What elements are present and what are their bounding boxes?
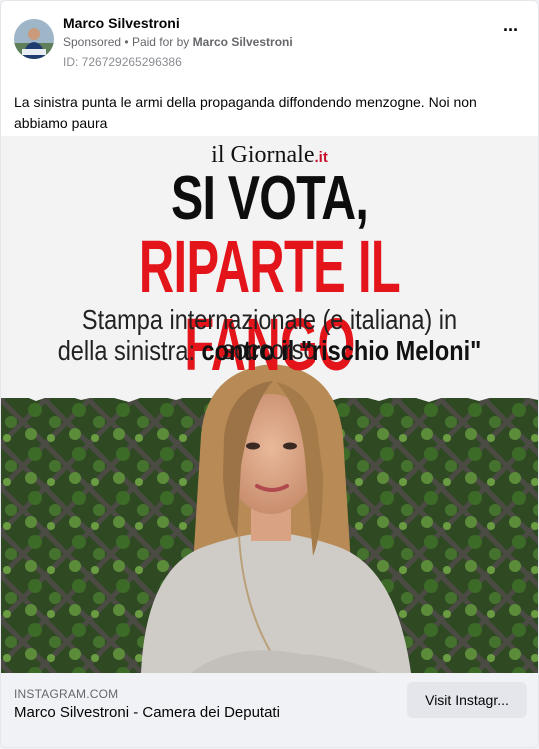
headline-black: SI VOTA,: [170, 164, 369, 233]
link-title[interactable]: Marco Silvestroni - Camera dei Deputati: [14, 704, 280, 721]
paid-for-prefix: Paid for by: [131, 35, 190, 49]
ad-creative[interactable]: il Giornale.it SI VOTA, RIPARTE IL FANGO…: [1, 136, 538, 673]
more-options-icon[interactable]: ···: [503, 21, 519, 39]
advertiser-name[interactable]: Marco Silvestroni: [63, 15, 180, 31]
link-domain: INSTAGRAM.COM: [14, 687, 119, 701]
ad-id: ID: 726729265296386: [63, 55, 182, 69]
post-text: La sinistra punta le armi della propagan…: [14, 94, 477, 131]
subline-2-regular: della sinistra:: [57, 335, 195, 366]
paid-for-by: Marco Silvestroni: [192, 35, 293, 49]
avatar[interactable]: [14, 19, 54, 59]
subline-2-bold: contro il "rischio Meloni": [201, 335, 482, 366]
visit-instagram-button[interactable]: Visit Instagr...: [407, 682, 527, 718]
subline-2: della sinistra: contro il "rischio Melon…: [44, 336, 495, 366]
ad-card: Marco Silvestroni Sponsored • Paid for b…: [0, 0, 539, 748]
ad-header: Marco Silvestroni Sponsored • Paid for b…: [14, 13, 526, 73]
sponsored-line: Sponsored • Paid for by Marco Silvestron…: [63, 35, 293, 49]
sponsored-label: Sponsored: [63, 35, 122, 49]
separator-dot: •: [124, 35, 132, 49]
link-footer[interactable]: INSTAGRAM.COM Marco Silvestroni - Camera…: [1, 673, 538, 747]
